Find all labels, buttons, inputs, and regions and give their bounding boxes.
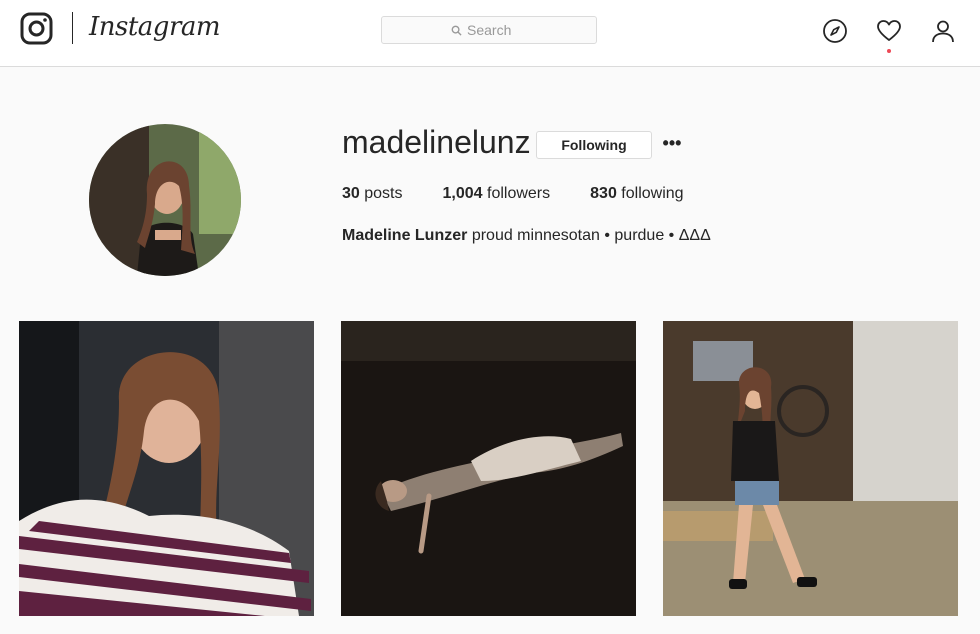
post-thumbnail[interactable]	[341, 321, 636, 616]
post-thumbnail[interactable]	[663, 321, 958, 616]
profile-bio: Madeline Lunzer proud minnesotan • purdu…	[342, 227, 711, 245]
more-options-icon[interactable]: •••	[662, 133, 682, 157]
instagram-wordmark[interactable]: Instagram	[89, 12, 221, 42]
posts-count: 30	[342, 185, 360, 202]
profile-stats: 30 posts 1,004 followers 830 following	[342, 185, 724, 203]
profile-bio-text: proud minnesotan • purdue • ΔΔΔ	[471, 227, 711, 244]
profile-username: madelinelunz	[342, 124, 531, 160]
post-thumbnail[interactable]	[19, 321, 314, 616]
followers-label: followers	[487, 185, 551, 202]
search-box[interactable]	[381, 16, 597, 44]
profile-avatar[interactable]	[89, 124, 241, 276]
person-icon[interactable]	[930, 18, 956, 44]
logo-divider	[72, 12, 73, 44]
instagram-camera-icon[interactable]	[20, 12, 53, 45]
posts-stat: 30 posts	[342, 185, 403, 203]
posts-label: posts	[364, 185, 403, 202]
notification-dot	[887, 49, 891, 53]
top-nav-bar: Instagram	[0, 0, 980, 67]
following-stat[interactable]: 830 following	[590, 185, 683, 203]
profile-full-name: Madeline Lunzer	[342, 227, 468, 244]
compass-icon[interactable]	[822, 18, 848, 44]
followers-stat[interactable]: 1,004 followers	[443, 185, 551, 203]
following-count: 830	[590, 185, 617, 202]
search-icon	[451, 25, 462, 36]
following-label: following	[621, 185, 684, 202]
following-button[interactable]: Following	[536, 131, 652, 159]
heart-icon[interactable]	[876, 18, 902, 44]
search-input[interactable]	[467, 22, 527, 38]
followers-count: 1,004	[442, 185, 483, 202]
